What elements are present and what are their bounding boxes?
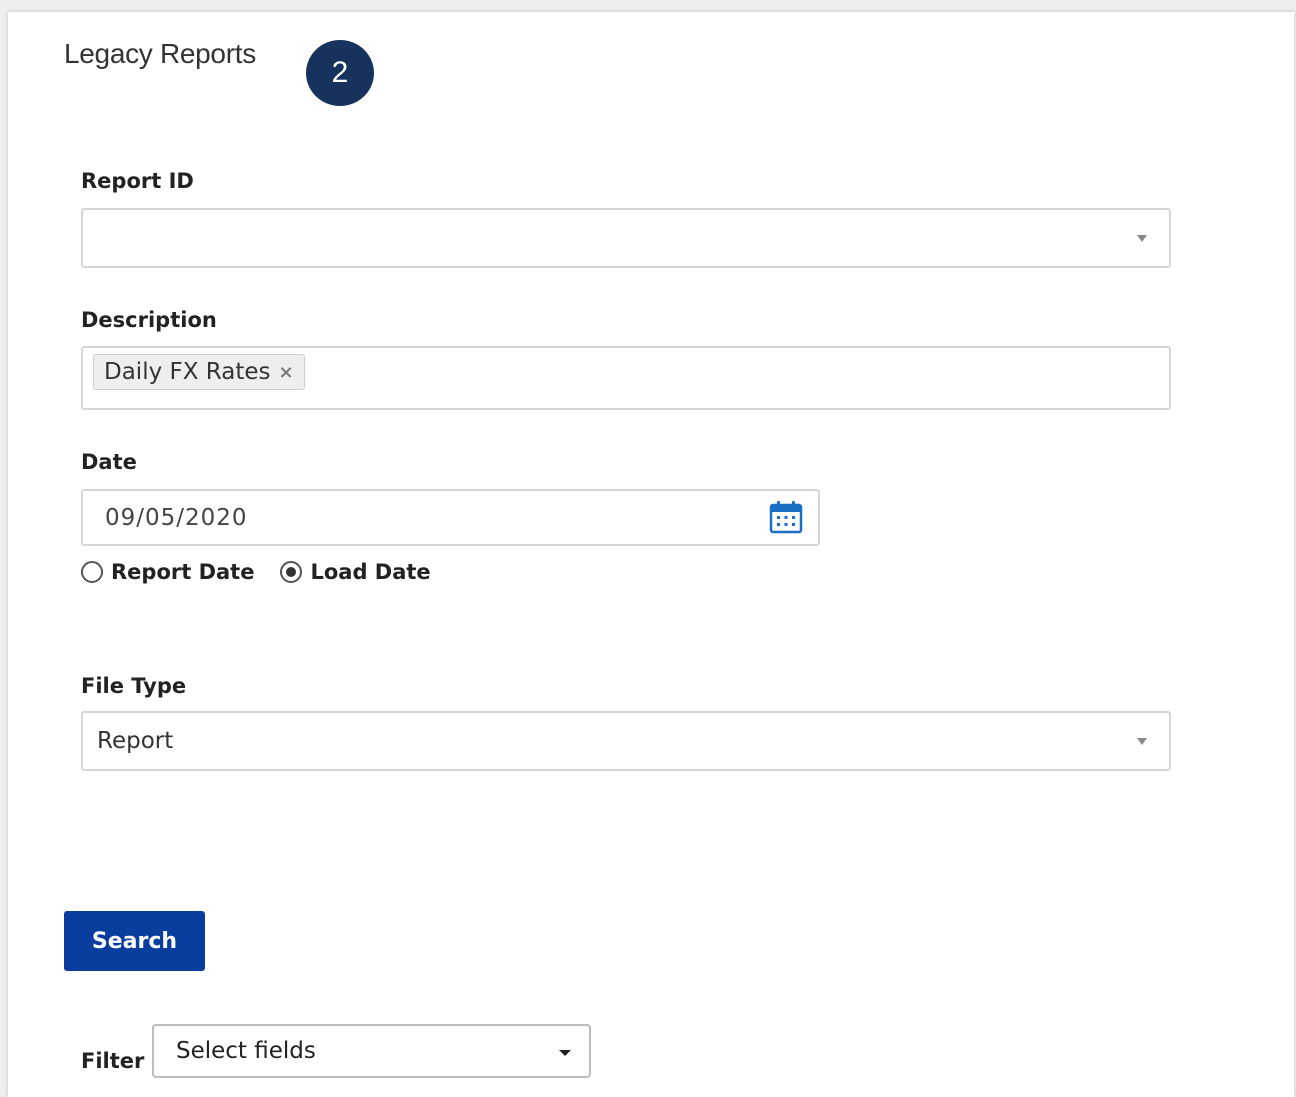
chevron-down-icon <box>1137 235 1147 242</box>
description-multiselect[interactable]: Daily FX Rates × <box>81 346 1171 410</box>
filter-select[interactable]: Select fields <box>152 1024 591 1078</box>
load-date-label: Load Date <box>310 560 431 584</box>
radio-report-date[interactable]: Report Date <box>81 560 254 584</box>
close-icon[interactable]: × <box>279 362 294 383</box>
step-badge: 2 <box>306 40 374 106</box>
file-type-select[interactable]: Report <box>81 711 1171 771</box>
file-type-label: File Type <box>81 674 187 698</box>
date-value: 09/05/2020 <box>105 504 248 531</box>
page-title: Legacy Reports <box>64 38 256 69</box>
search-button[interactable]: Search <box>64 911 205 971</box>
calendar-icon[interactable] <box>768 499 804 535</box>
date-input[interactable]: 09/05/2020 <box>81 489 820 546</box>
chevron-down-icon <box>1137 738 1147 745</box>
chevron-down-icon <box>559 1050 571 1056</box>
report-date-radio[interactable] <box>81 561 103 583</box>
report-id-select[interactable] <box>81 208 1171 268</box>
radio-load-date[interactable]: Load Date <box>280 560 431 584</box>
legacy-reports-panel: Legacy Reports 2 Report ID Description D… <box>8 12 1294 1097</box>
filter-label: Filter <box>81 1049 145 1073</box>
description-label: Description <box>81 308 217 332</box>
date-label: Date <box>81 450 137 474</box>
report-date-label: Report Date <box>111 560 255 584</box>
filter-placeholder: Select fields <box>176 1038 316 1064</box>
description-tag-label: Daily FX Rates <box>104 359 271 385</box>
load-date-radio[interactable] <box>280 561 303 583</box>
report-id-label: Report ID <box>81 169 194 193</box>
file-type-value: Report <box>97 728 174 754</box>
description-tag: Daily FX Rates × <box>93 354 305 390</box>
date-type-radio-group: Report Date Load Date <box>81 560 457 584</box>
